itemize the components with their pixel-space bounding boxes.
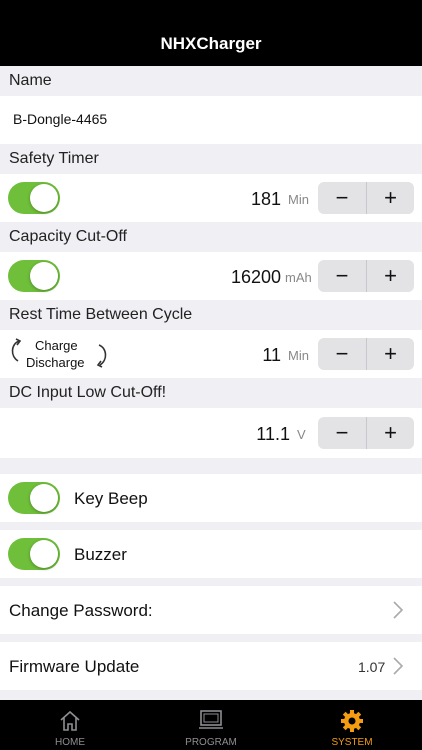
rest-time-unit: Min — [288, 348, 309, 363]
rotate-left-icon — [11, 338, 22, 362]
dc-input-unit: V — [297, 427, 306, 442]
key-beep-label: Key Beep — [74, 489, 148, 508]
safety-timer-stepper: − + — [318, 182, 414, 214]
firmware-update-row[interactable]: Firmware Update 1.07 — [0, 642, 422, 690]
rotate-right-icon — [96, 344, 107, 368]
safety-timer-toggle[interactable] — [8, 182, 60, 214]
increment-button[interactable]: + — [366, 338, 414, 370]
decrement-button[interactable]: − — [318, 182, 366, 214]
discharge-label: Discharge — [26, 355, 85, 370]
safety-timer-header: Safety Timer — [0, 144, 422, 174]
buzzer-row: Buzzer — [0, 530, 422, 578]
change-password-row[interactable]: Change Password: — [0, 586, 422, 634]
tab-home[interactable]: HOME — [0, 700, 140, 750]
gear-icon — [341, 710, 363, 732]
toggle-knob — [30, 484, 58, 512]
tab-home-label: HOME — [55, 737, 85, 748]
capacity-cutoff-unit: mAh — [285, 270, 312, 285]
increment-button[interactable]: + — [366, 417, 414, 449]
buzzer-label: Buzzer — [74, 545, 127, 564]
rest-time-value: 11 — [262, 345, 281, 365]
home-icon — [60, 710, 80, 731]
firmware-version: 1.07 — [358, 659, 386, 675]
device-name-field[interactable]: B-Dongle-4465 — [13, 111, 107, 127]
rest-time-header: Rest Time Between Cycle — [0, 300, 422, 330]
change-password-label: Change Password: — [9, 601, 153, 620]
decrement-button[interactable]: − — [318, 417, 366, 449]
chevron-right-icon — [393, 657, 404, 675]
key-beep-row: Key Beep — [0, 474, 422, 522]
page-title: NHXCharger — [160, 34, 262, 53]
capacity-cutoff-stepper: − + — [318, 260, 414, 292]
capacity-cutoff-header: Capacity Cut-Off — [0, 222, 422, 252]
decrement-button[interactable]: − — [318, 338, 366, 370]
safety-timer-row: 181 Min − + — [0, 174, 422, 222]
safety-timer-unit: Min — [288, 192, 309, 207]
capacity-cutoff-toggle[interactable] — [8, 260, 60, 292]
rest-time-row: Charge Discharge 11 Min − + — [0, 330, 422, 378]
dc-input-row: 11.1 V − + — [0, 408, 422, 458]
toggle-knob — [30, 184, 58, 212]
buzzer-toggle[interactable] — [8, 538, 60, 570]
chevron-right-icon — [393, 601, 404, 619]
safety-timer-value: 181 — [250, 189, 281, 209]
decrement-button[interactable]: − — [318, 260, 366, 292]
firmware-update-label: Firmware Update — [9, 657, 140, 676]
dc-input-value: 11.1 — [256, 424, 290, 444]
capacity-cutoff-value: 16200 — [230, 267, 281, 287]
tab-bar: HOME PROGRAM SYSTEM — [0, 700, 422, 750]
cycle-mode-label[interactable]: Charge Discharge — [8, 336, 112, 372]
dc-input-stepper: − + — [318, 417, 414, 449]
dc-input-header: DC Input Low Cut-Off! — [0, 378, 422, 408]
increment-button[interactable]: + — [366, 182, 414, 214]
tab-system[interactable]: SYSTEM — [282, 700, 422, 750]
monitor-icon — [199, 710, 223, 729]
tab-program-label: PROGRAM — [185, 737, 237, 748]
tab-system-label: SYSTEM — [331, 737, 373, 748]
navigation-bar: NHXCharger — [0, 0, 422, 66]
tab-program[interactable]: PROGRAM — [141, 700, 281, 750]
name-row[interactable]: B-Dongle-4465 — [0, 96, 422, 144]
increment-button[interactable]: + — [366, 260, 414, 292]
key-beep-toggle[interactable] — [8, 482, 60, 514]
toggle-knob — [30, 262, 58, 290]
name-section-header: Name — [0, 66, 422, 96]
charge-label: Charge — [35, 338, 78, 353]
toggle-knob — [30, 540, 58, 568]
rest-time-stepper: − + — [318, 338, 414, 370]
capacity-cutoff-row: 16200 mAh − + — [0, 252, 422, 300]
